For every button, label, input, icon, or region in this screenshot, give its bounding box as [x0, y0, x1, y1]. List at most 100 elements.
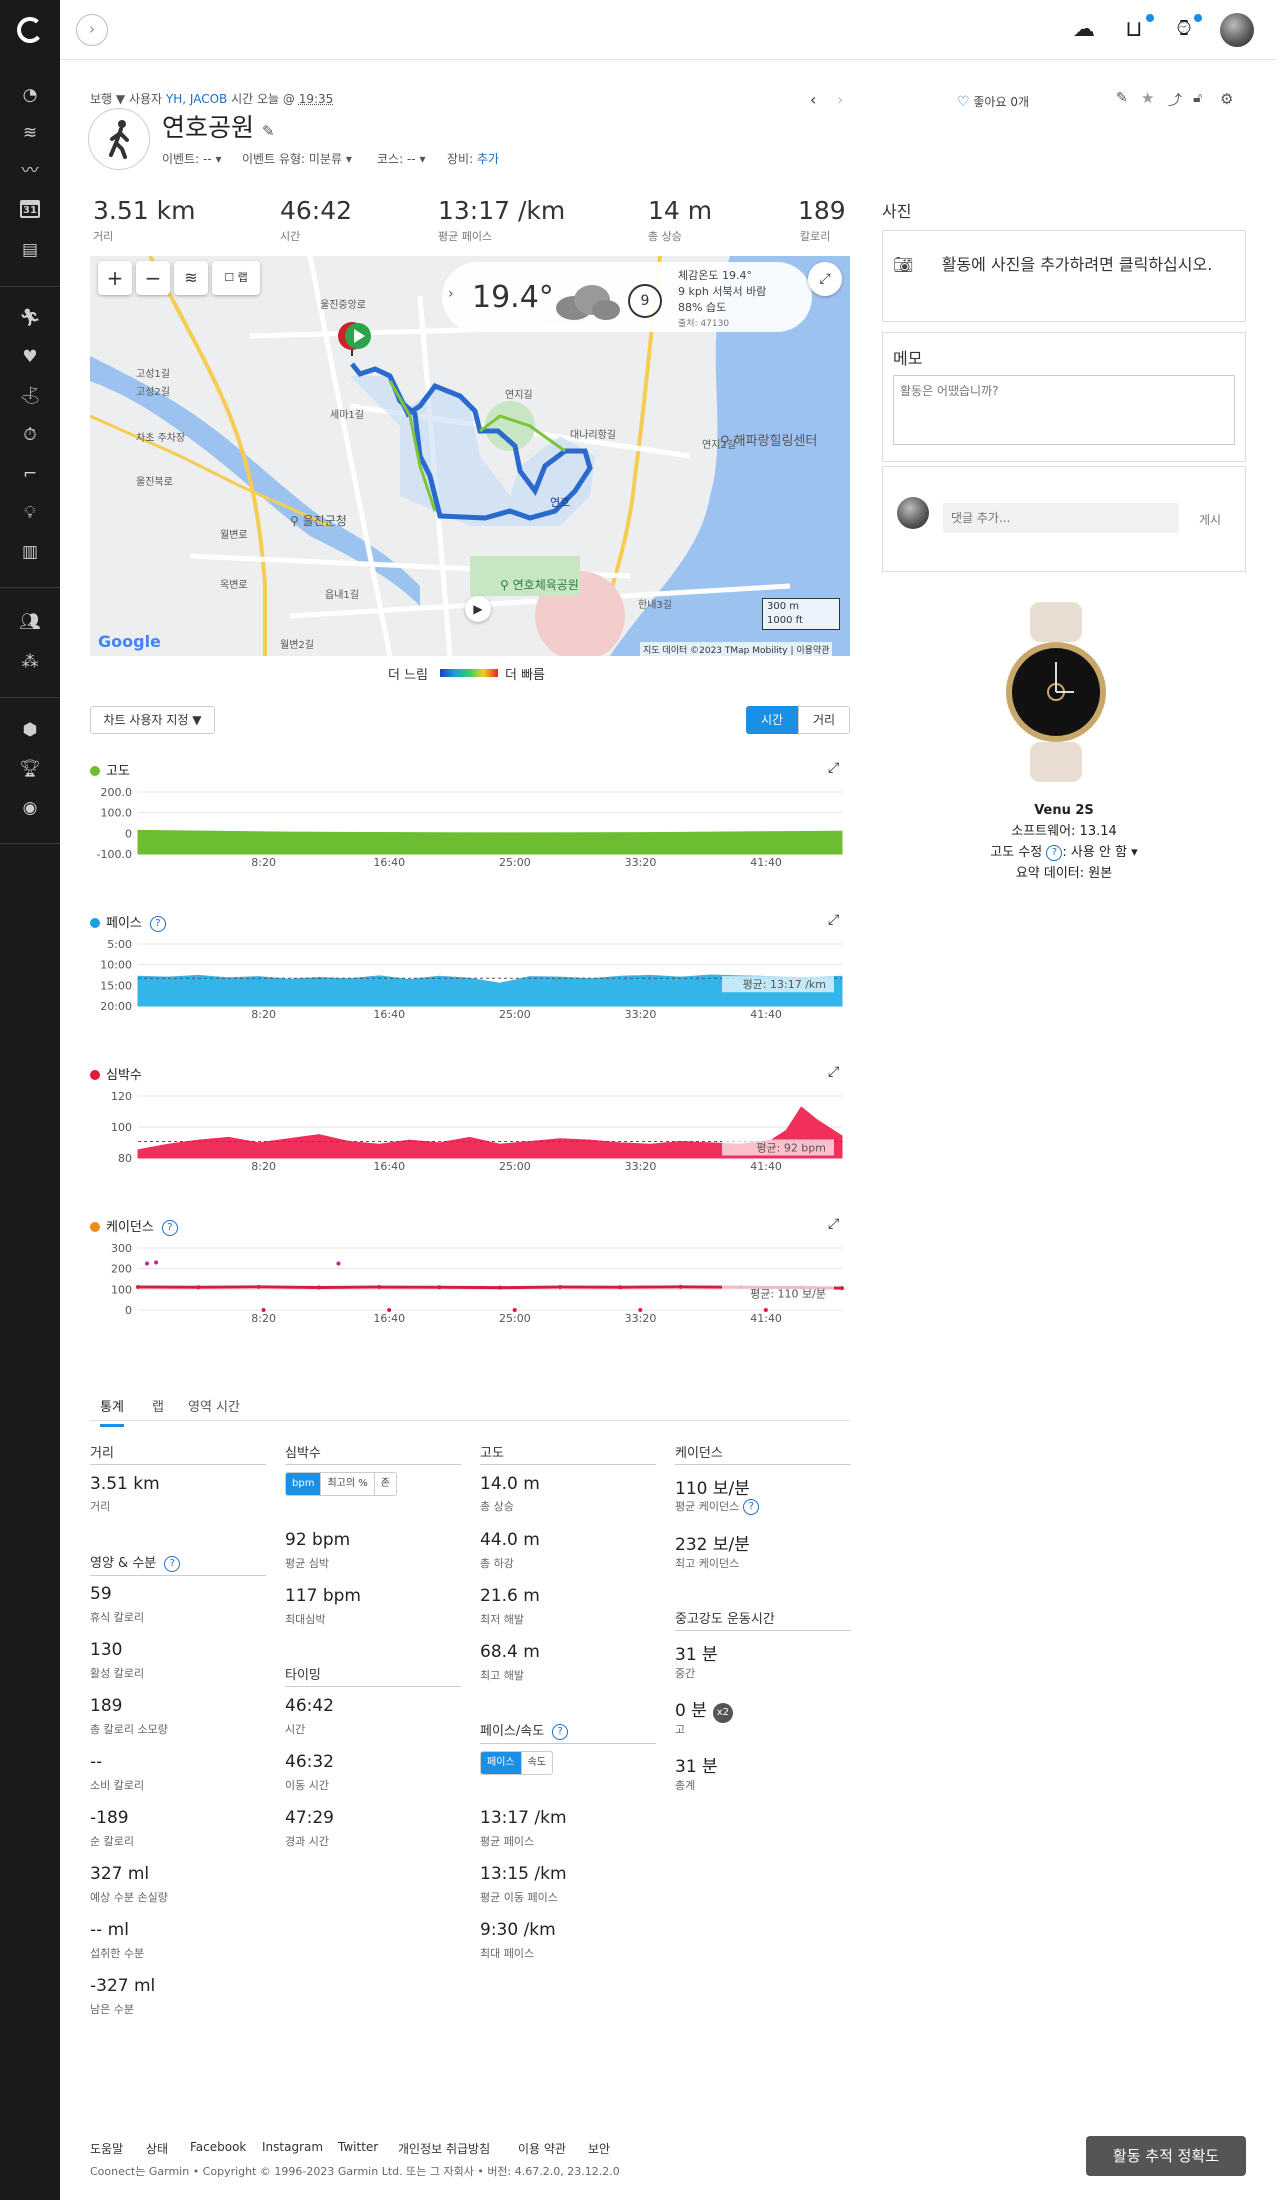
gear-icon[interactable]: ⚙ — [1220, 90, 1233, 108]
zoom-in-button[interactable]: + — [98, 261, 132, 295]
activity-time[interactable]: 19:35 — [299, 92, 334, 106]
play-route-button[interactable]: ▶ — [465, 596, 491, 622]
inbox-icon[interactable]: ⊔ — [1120, 16, 1148, 44]
bar-chart-icon[interactable]: ▥ — [18, 540, 42, 564]
dashboard-icon[interactable]: ◔ — [18, 83, 42, 107]
cadence-help-icon[interactable]: ? — [161, 1220, 178, 1236]
lock-icon[interactable]: 🔓︎ — [1193, 90, 1202, 106]
activity-type-dropdown[interactable]: 보행 ▼ — [90, 92, 125, 106]
commenter-avatar — [897, 497, 929, 529]
add-photo-panel[interactable]: 📷︎ 활동에 사진을 추가하려면 클릭하십시오. — [882, 230, 1246, 322]
map-terms-link[interactable]: 이용약관 — [796, 646, 829, 656]
group-icon[interactable]: ⁂ — [18, 650, 42, 674]
tab-time-in-zone[interactable]: 영역 시간 — [188, 1396, 240, 1415]
course-meta[interactable]: 코스: -- ▾ — [377, 150, 425, 167]
activity-line-icon[interactable]: 〰 — [18, 159, 42, 183]
toggle-percent-max[interactable]: 최고의 % — [321, 1473, 375, 1495]
x-axis-distance-toggle[interactable]: 거리 — [798, 706, 850, 734]
news-icon[interactable]: ▤ — [18, 238, 42, 262]
pace-help-icon[interactable]: ? — [149, 916, 166, 932]
running-person-icon[interactable]: 🏃︎ — [18, 306, 42, 330]
google-logo: Google — [98, 632, 161, 651]
previous-activity-button[interactable]: ‹ — [810, 90, 816, 109]
device-image — [1006, 602, 1106, 782]
elevation-expand-icon[interactable]: ⤢ — [828, 760, 839, 776]
y-tick-label: 200.0 — [101, 786, 133, 799]
expand-sidebar-button[interactable]: › — [76, 14, 108, 46]
fullscreen-icon[interactable]: ⤢ — [808, 262, 842, 296]
golf-icon[interactable]: ⛳︎ — [18, 384, 42, 408]
route-map[interactable]: 고성1길 고성2길 차초 주차장 울진북로 울진중앙로 세마1길 대나리항길 연지길 … — [90, 256, 850, 656]
pace-expand-icon[interactable]: ⤢ — [828, 912, 839, 928]
map-layers-icon[interactable]: ≋ — [174, 261, 208, 295]
add-gear-link[interactable]: 추가 — [477, 152, 499, 166]
x-tick-label: 41:40 — [750, 1312, 782, 1325]
lightbulb-icon[interactable]: 💡︎ — [18, 501, 42, 525]
laps-checkbox[interactable]: ☐ 랩 — [212, 261, 260, 295]
x-axis-time-toggle[interactable]: 시간 — [746, 706, 798, 734]
elev-correction-help-icon[interactable]: ? — [1046, 845, 1063, 861]
star-icon[interactable]: ★ — [1141, 89, 1154, 107]
upload-cloud-icon[interactable]: ☁ — [1070, 16, 1098, 44]
notes-panel: 메모 — [882, 332, 1246, 462]
target-icon[interactable]: ◉ — [18, 796, 42, 820]
heart-rate-chart[interactable]: 120 100 80 평균: 92 bpm 8:20 16:40 25:00 33:20 41:… — [90, 1088, 850, 1188]
garmin-connect-logo[interactable] — [14, 14, 46, 46]
cadence-stat-help-icon[interactable]: ? — [743, 1499, 760, 1515]
heart-rate-expand-icon[interactable]: ⤢ — [828, 1064, 839, 1080]
user-avatar[interactable] — [1220, 13, 1254, 47]
tab-stats[interactable]: 통계 — [100, 1396, 124, 1427]
like-button[interactable]: ♡ 좋아요 0개 — [957, 93, 1029, 110]
toggle-bpm[interactable]: bpm — [286, 1473, 322, 1495]
next-activity-button[interactable]: › — [837, 90, 843, 109]
pace-speed-help-icon[interactable]: ? — [552, 1724, 569, 1740]
footer-link-terms[interactable]: 이용 약관 — [518, 2140, 566, 2157]
nutrition-help-icon[interactable]: ? — [164, 1556, 181, 1572]
shoe-icon[interactable]: ⌐ — [18, 462, 42, 486]
add-photo-text[interactable]: 활동에 사진을 추가하려면 클릭하십시오. — [919, 253, 1235, 277]
toggle-zone[interactable]: 존 — [375, 1473, 396, 1495]
notes-textarea[interactable] — [893, 375, 1235, 445]
summary-calories-value: 189 — [798, 196, 846, 225]
x-tick-label: 16:40 — [373, 1160, 405, 1173]
footer-link-twitter[interactable]: Twitter — [338, 2140, 378, 2154]
activity-title[interactable]: 연호공원 ✎ — [162, 108, 275, 144]
y-tick-label: 120 — [111, 1090, 132, 1103]
layers-icon[interactable]: ≋ — [18, 121, 42, 145]
toggle-pace[interactable]: 페이스 — [481, 1752, 522, 1774]
footer-link-help[interactable]: 도움말 — [90, 2140, 123, 2157]
calendar-icon[interactable]: 31 — [18, 199, 42, 223]
elev-correction-dropdown[interactable]: ▾ — [1131, 845, 1138, 860]
tab-laps[interactable]: 랩 — [152, 1396, 164, 1415]
event-meta[interactable]: 이벤트: -- ▾ — [162, 150, 222, 167]
pace-chart[interactable]: 5:00 10:00 15:00 20:00 평균: 13:17 /km 8:20 16:4… — [90, 936, 850, 1036]
map-label: 한내3길 — [638, 600, 672, 611]
activity-accuracy-button[interactable]: 활동 추적 정확도 — [1086, 2136, 1246, 2176]
footer-link-privacy[interactable]: 개인정보 취급방침 — [398, 2140, 490, 2157]
post-comment-button[interactable]: 게시 — [1199, 511, 1221, 528]
elevation-chart[interactable]: 200.0 100.0 0 -100.0 8:20 16:40 25:00 33:20 41:4… — [90, 784, 850, 884]
cadence-expand-icon[interactable]: ⤢ — [828, 1216, 839, 1232]
footer-link-status[interactable]: 상태 — [146, 2140, 168, 2157]
footer-link-instagram[interactable]: Instagram — [262, 2140, 323, 2154]
heart-icon[interactable]: ♥ — [18, 345, 42, 369]
customize-charts-button[interactable]: 차트 사용자 지정 ▼ — [90, 706, 215, 734]
event-type-meta[interactable]: 이벤트 유형: 미분류 ▾ — [242, 150, 352, 167]
footer-link-facebook[interactable]: Facebook — [190, 2140, 246, 2154]
people-icon[interactable]: 👥︎ — [18, 610, 42, 634]
zoom-out-button[interactable]: − — [136, 261, 170, 295]
weather-expand-icon[interactable]: › — [448, 286, 454, 302]
heart-rate-unit-toggle[interactable]: bpm 최고의 % 존 — [285, 1472, 397, 1496]
comment-input[interactable] — [943, 503, 1179, 533]
badge-icon[interactable]: ⬢ — [18, 718, 42, 742]
user-link[interactable]: YH, JACOB — [166, 92, 227, 106]
edit-icon[interactable]: ✎ — [1116, 90, 1128, 106]
toggle-speed[interactable]: 속도 — [522, 1752, 552, 1774]
pace-speed-toggle[interactable]: 페이스 속도 — [480, 1751, 554, 1775]
trophy-icon[interactable]: 🏆︎ — [18, 757, 42, 781]
share-icon[interactable]: ⤴ — [1168, 90, 1182, 110]
cadence-chart[interactable]: 300 200 100 0 평균: 110 보/분 8:20 16:40 25:00 33:20… — [90, 1240, 850, 1340]
footer-link-security[interactable]: 보안 — [588, 2140, 610, 2157]
map-label: 읍내1길 — [325, 590, 359, 601]
stopwatch-icon[interactable]: ⏱︎ — [18, 423, 42, 447]
